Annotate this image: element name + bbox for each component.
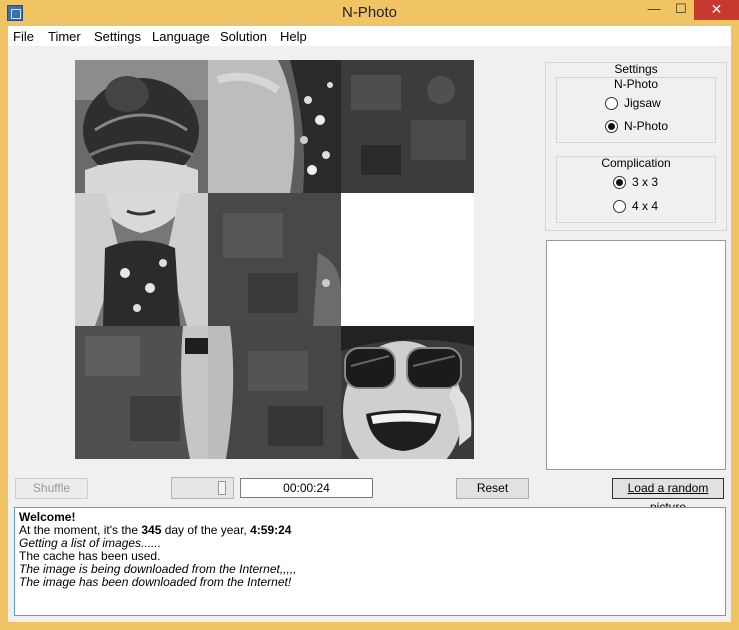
slider-thumb[interactable] [218, 481, 226, 495]
app-window: N-Photo — ☐ ✕ File Timer Settings Langua… [0, 0, 739, 630]
log-welcome: Welcome! [19, 510, 76, 524]
menu-help[interactable]: Help [280, 29, 307, 44]
puzzle-tile[interactable] [341, 60, 474, 193]
maximize-button[interactable]: ☐ [668, 0, 694, 20]
puzzle-tile[interactable] [75, 193, 208, 326]
puzzle-tile[interactable] [208, 60, 341, 193]
shuffle-button[interactable]: Shuffle [15, 478, 88, 499]
speed-slider[interactable] [171, 477, 234, 499]
log-panel[interactable]: Welcome! At the moment, it's the 345 day… [14, 507, 726, 616]
puzzle-tile[interactable] [208, 193, 341, 326]
menu-timer[interactable]: Timer [48, 29, 81, 44]
menu-file[interactable]: File [13, 29, 34, 44]
load-random-picture-button[interactable]: Load a random picture [612, 478, 724, 514]
radio-nphoto[interactable]: N-Photo [605, 119, 668, 133]
client-area: File Timer Settings Language Solution He… [8, 26, 731, 622]
puzzle-tile[interactable] [341, 326, 474, 459]
mode-label: N-Photo [613, 77, 659, 91]
puzzle-tile[interactable] [208, 326, 341, 459]
radio-4x4[interactable]: 4 x 4 [613, 199, 658, 213]
complication-group: Complication 3 x 3 4 x 4 [556, 156, 716, 223]
radio-jigsaw-indicator[interactable] [605, 96, 618, 110]
radio-jigsaw[interactable]: Jigsaw [605, 96, 661, 110]
menu-language[interactable]: Language [152, 29, 210, 44]
settings-title: Settings [614, 62, 658, 76]
radio-jigsaw-label: Jigsaw [624, 96, 661, 110]
menu-bar: File Timer Settings Language Solution He… [8, 26, 731, 46]
complication-label: Complication [601, 156, 671, 170]
puzzle-board [75, 60, 474, 459]
preview-panel [546, 240, 726, 470]
reset-button[interactable]: Reset [456, 478, 529, 499]
close-button[interactable]: ✕ [694, 0, 739, 20]
radio-nphoto-indicator[interactable] [605, 119, 618, 133]
puzzle-tile[interactable] [75, 326, 208, 459]
empty-tile[interactable] [341, 193, 474, 326]
menu-settings[interactable]: Settings [94, 29, 141, 44]
mode-group: N-Photo Jigsaw N-Photo [556, 77, 716, 143]
radio-nphoto-label: N-Photo [624, 119, 669, 133]
title-bar[interactable]: N-Photo — ☐ ✕ [0, 0, 739, 26]
menu-solution[interactable]: Solution [220, 29, 267, 44]
radio-4x4-label: 4 x 4 [632, 199, 659, 213]
settings-group: Settings N-Photo Jigsaw N-Photo Complica… [545, 62, 727, 231]
log-line: The image has been downloaded from the I… [19, 575, 292, 589]
radio-4x4-indicator[interactable] [613, 199, 626, 213]
radio-3x3-indicator[interactable] [613, 175, 626, 189]
minimize-button[interactable]: — [640, 0, 668, 20]
radio-3x3[interactable]: 3 x 3 [613, 175, 658, 189]
puzzle-tile[interactable] [75, 60, 208, 193]
window-title: N-Photo [341, 4, 398, 21]
timer-display: 00:00:24 [240, 478, 373, 498]
radio-3x3-label: 3 x 3 [632, 175, 659, 189]
